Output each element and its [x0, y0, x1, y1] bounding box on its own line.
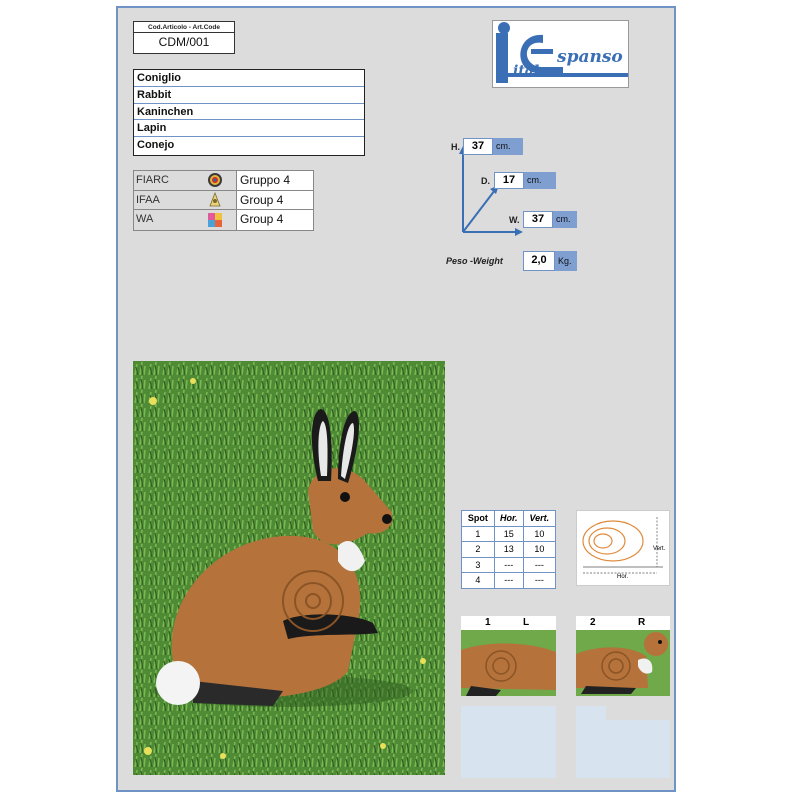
table-cell: ---: [493, 556, 524, 573]
thumbnail-header-right: 2 R: [576, 616, 670, 630]
depth-label: D.: [481, 176, 490, 186]
association-group: Gruppo 4: [237, 171, 313, 190]
product-photo: [133, 361, 445, 775]
width-label: W.: [509, 215, 520, 225]
empty-thumbnail-slot: [461, 706, 556, 778]
logo-text-main: spanso: [557, 47, 623, 67]
table-cell: ---: [522, 572, 557, 589]
fiarc-logo-icon: [194, 171, 237, 190]
table-cell: 10: [522, 541, 557, 558]
table-cell: 3: [461, 556, 495, 573]
table-cell: 4: [461, 572, 495, 589]
weight-unit: Kg.: [555, 251, 577, 271]
thumbnail-right-side: [576, 630, 670, 696]
association-group: Group 4: [237, 210, 313, 230]
association-name: FIARC: [136, 174, 169, 186]
height-unit: cm.: [493, 138, 523, 155]
thumbnail-number: 2: [590, 617, 596, 628]
table-row: 4 --- ---: [461, 572, 557, 589]
article-code-box: Cod.Articolo - Art.Code CDM/001: [133, 21, 235, 54]
spot-diagram: Vert. Hor.: [576, 510, 670, 586]
table-cell: 1: [461, 525, 495, 542]
article-code-value: CDM/001: [158, 35, 210, 49]
table-cell: ---: [493, 572, 524, 589]
association-row: WA Group 4: [134, 210, 313, 230]
product-names: Coniglio Rabbit Kaninchen Lapin Conejo: [133, 69, 365, 156]
empty-thumbnail-slot: [576, 720, 670, 778]
association-groups: FIARC Gruppo 4 IFAA Group 4 WA Group 4: [133, 170, 314, 231]
name-english: Rabbit: [134, 87, 364, 104]
table-cell: 15: [493, 525, 524, 542]
width-unit: cm.: [553, 211, 577, 228]
ifaa-logo-icon: [194, 190, 237, 210]
table-cell: 13: [493, 541, 524, 558]
wa-logo-icon: [194, 210, 237, 230]
name-spanish: Conejo: [137, 139, 175, 152]
table-header-row: Spot Hor. Vert.: [461, 510, 557, 527]
height-label: H.: [451, 142, 460, 152]
company-logo: spanso ital: [492, 20, 629, 88]
depth-value: 17: [494, 172, 524, 189]
height-value: 37: [463, 138, 493, 155]
table-row: 2 13 10: [461, 541, 557, 558]
name-french: Lapin: [134, 120, 364, 138]
association-row: IFAA Group 4: [134, 190, 313, 211]
spot-table: Spot Hor. Vert. 1 15 10 2 13 10 3 --- --…: [461, 510, 557, 589]
association-name: IFAA: [136, 193, 160, 206]
table-row: 3 --- ---: [461, 556, 557, 573]
depth-unit: cm.: [524, 172, 556, 189]
logo-text-sub: ital: [513, 63, 540, 79]
thumbnail-header-left: 1 L: [461, 616, 556, 630]
weight-value: 2,0: [523, 251, 555, 271]
association-row: FIARC Gruppo 4: [134, 171, 313, 191]
table-row: 1 15 10: [461, 525, 557, 542]
association-name: WA: [136, 213, 154, 226]
table-header-hor: Hor.: [493, 510, 524, 527]
thumbnail-side: L: [523, 617, 530, 628]
diagram-vert-label: Vert.: [653, 546, 666, 552]
name-italian: Coniglio: [134, 70, 364, 87]
table-cell: ---: [522, 556, 557, 573]
thumbnail-number: 1: [485, 617, 491, 628]
association-group: Group 4: [237, 190, 313, 210]
table-cell: 2: [461, 541, 495, 558]
article-code-label: Cod.Articolo - Art.Code: [134, 23, 234, 33]
thumbnail-left-side: [461, 630, 556, 696]
table-cell: 10: [522, 525, 557, 542]
table-header-vert: Vert.: [522, 510, 557, 527]
table-header-spot: Spot: [461, 510, 495, 527]
weight-label: Peso -Weight: [446, 256, 503, 266]
name-german: Kaninchen: [134, 104, 364, 121]
diagram-hor-label: Hor.: [617, 574, 629, 580]
width-value: 37: [523, 211, 553, 228]
thumbnail-side: R: [638, 617, 646, 628]
